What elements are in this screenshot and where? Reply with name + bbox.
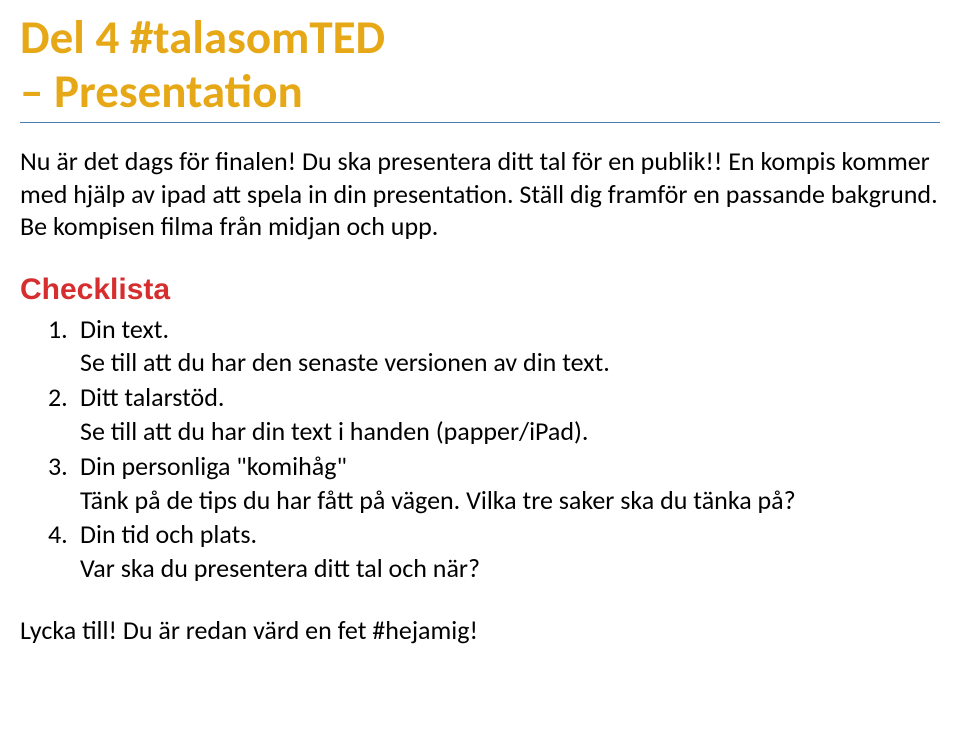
item-subtext: Var ska du presentera ditt tal och när? (48, 552, 940, 586)
list-item: 4. Din tid och plats. Var ska du present… (48, 518, 940, 586)
title-divider (20, 122, 940, 123)
item-label: Din tid och plats. (80, 518, 257, 552)
list-item: 3. Din personliga "komihåg" Tänk på de t… (48, 450, 940, 518)
list-item: 2. Ditt talarstöd. Se till att du har di… (48, 381, 940, 449)
checklist-heading: Checklista (20, 273, 940, 307)
intro-paragraph: Nu är det dags för finalen! Du ska prese… (20, 145, 940, 243)
item-number: 1. (48, 313, 80, 347)
item-number: 2. (48, 381, 80, 415)
item-number: 3. (48, 450, 80, 484)
list-item: 1. Din text. Se till att du har den sena… (48, 313, 940, 381)
item-subtext: Tänk på de tips du har fått på vägen. Vi… (48, 484, 940, 518)
item-subtext: Se till att du har den senaste versionen… (48, 346, 940, 380)
closing-text: Lycka till! Du är redan värd en fet #hej… (20, 614, 940, 648)
page-title: Del 4 #talasomTED – Presentation (20, 10, 940, 118)
title-line-2: – Presentation (20, 62, 303, 120)
title-line-1: Del 4 #talasomTED (20, 8, 385, 66)
item-number: 4. (48, 518, 80, 552)
item-label: Ditt talarstöd. (80, 381, 225, 415)
item-subtext: Se till att du har din text i handen (pa… (48, 415, 940, 449)
item-label: Din text. (80, 313, 169, 347)
checklist: 1. Din text. Se till att du har den sena… (20, 313, 940, 586)
item-label: Din personliga "komihåg" (80, 450, 347, 484)
